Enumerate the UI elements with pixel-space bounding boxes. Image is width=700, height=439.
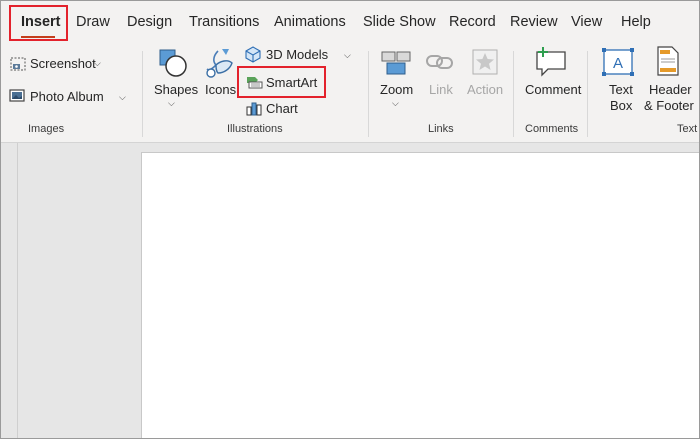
group-separator <box>513 51 514 137</box>
text-box-label-line1: Text <box>609 82 633 97</box>
3d-models-label: 3D Models <box>266 47 329 62</box>
group-label-comments: Comments <box>525 123 579 135</box>
header-footer-label-line1: Header <box>649 82 692 97</box>
comment-label: Comment <box>525 82 582 97</box>
text-box-icon: A <box>602 48 634 76</box>
editing-workspace <box>1 143 699 438</box>
link-label: Link <box>429 82 453 97</box>
screenshot-label: Screenshot <box>30 56 96 71</box>
photo-album-label: Photo Album <box>30 89 104 104</box>
link-icon <box>426 55 453 69</box>
slide-canvas[interactable] <box>141 152 699 438</box>
tab-slide-show[interactable]: Slide Show <box>363 14 436 30</box>
group-separator <box>142 51 143 137</box>
svg-text:A: A <box>613 55 623 72</box>
tab-design[interactable]: Design <box>127 14 172 30</box>
tab-animations[interactable]: Animations <box>274 14 346 30</box>
ribbon-tab-bar: Insert Draw Design Transitions Animation… <box>1 1 699 45</box>
insert-tab-highlight <box>9 5 68 41</box>
chevron-down-icon: ⌵ <box>119 92 126 102</box>
chevron-down-icon: ⌵ <box>94 58 101 68</box>
tab-draw[interactable]: Draw <box>76 14 110 30</box>
zoom-icon <box>381 51 411 75</box>
slide-thumbnail-pane[interactable] <box>1 143 18 438</box>
group-label-images: Images <box>28 123 65 135</box>
chevron-down-icon: ⌵ <box>392 98 399 108</box>
tab-view[interactable]: View <box>571 14 602 30</box>
tab-transitions[interactable]: Transitions <box>189 14 259 30</box>
header-footer-icon <box>657 46 679 76</box>
header-footer-label-line2: & Footer <box>644 98 694 113</box>
comment-icon <box>536 47 566 77</box>
tab-review[interactable]: Review <box>510 14 558 30</box>
screenshot-icon <box>10 57 26 71</box>
chevron-down-icon: ⌵ <box>344 50 351 60</box>
smartart-highlight <box>237 66 326 98</box>
chevron-down-icon: ⌵ <box>168 98 175 108</box>
shapes-icon <box>159 49 187 77</box>
action-star-icon <box>472 49 498 75</box>
tab-record[interactable]: Record <box>449 14 496 30</box>
text-box-label-line2: Box <box>610 98 633 113</box>
icons-icon <box>206 49 233 78</box>
zoom-label: Zoom <box>380 82 414 97</box>
photo-album-icon <box>9 89 25 102</box>
group-label-illustrations: Illustrations <box>227 123 283 135</box>
chart-icon <box>246 102 262 116</box>
shapes-label: Shapes <box>154 82 199 97</box>
icons-label: Icons <box>205 82 237 97</box>
group-label-text: Text <box>677 123 698 135</box>
powerpoint-window: Insert Draw Design Transitions Animation… <box>0 0 700 439</box>
group-separator <box>587 51 588 137</box>
group-label-links: Links <box>428 123 454 135</box>
action-label: Action <box>467 82 504 97</box>
3d-cube-icon <box>245 46 261 63</box>
chart-label: Chart <box>266 101 298 116</box>
tab-help[interactable]: Help <box>621 14 651 30</box>
group-separator <box>368 51 369 137</box>
